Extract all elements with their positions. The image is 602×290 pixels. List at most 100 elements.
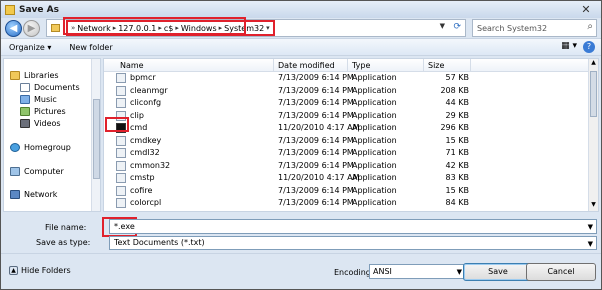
column-size[interactable]: Size [424,59,471,72]
application-icon [116,135,126,146]
cell-name: clip [130,110,144,120]
cell-size: 15 KB [445,185,469,195]
libraries-icon [10,71,20,80]
cell-type: Application [352,98,397,107]
table-row[interactable]: cmd 11/20/2010 4:17 AM Application 296 KB [104,122,590,134]
application-icon [116,173,126,183]
table-row[interactable]: bpmcr 7/13/2009 6:14 PM Application 57 KB [104,72,590,84]
forward-button[interactable]: ▶ [23,20,40,37]
cell-name: bpmcr [130,73,156,82]
address-history-icon[interactable]: ▼ [440,22,445,30]
table-row[interactable]: cofire 7/13/2009 6:14 PM Application 15 KB [104,185,590,197]
dialog-title: Save As [19,4,59,15]
table-row[interactable]: colorcpl 7/13/2009 6:14 PM Application 84 K… [104,197,590,209]
cell-size: 84 KB [445,198,469,207]
cell-date: 7/13/2009 6:14 PM [278,160,354,170]
table-row[interactable]: cmmon32 7/13/2009 6:14 PM Application 42 KB [104,160,590,172]
search-icon: ⌕ [587,21,593,32]
cell-type: Application [352,85,397,95]
table-row[interactable]: cliconfg 7/13/2009 6:14 PM Application 44 K… [104,97,590,109]
save-as-dialog: Save As ✕ ◀ ▶ » Network ▸ 127.0.0.1 ▸ c$… [0,0,602,290]
table-row[interactable]: cmdl32 7/13/2009 6:14 PM Application 71 KB [104,147,590,159]
scroll-down-icon[interactable]: ▼ [589,201,598,211]
cell-size: 15 KB [445,135,469,145]
file-list: Name Date modified Type Size bpmcr 7/13/2… [103,58,599,212]
cell-size: 29 KB [445,110,469,120]
nav-scroll-thumb[interactable] [93,99,100,179]
file-name-input[interactable]: *.exe ▼ [109,219,597,234]
network-icon [10,190,20,199]
column-date[interactable]: Date modified [274,59,348,72]
refresh-icon[interactable]: ⟳ [453,22,461,32]
cell-date: 11/20/2010 4:17 AM [278,173,360,182]
cell-date: 7/13/2009 6:14 PM [278,148,354,157]
nav-item-computer[interactable]: Computer [10,167,64,176]
save-as-type-select[interactable]: Text Documents (*.txt) ▼ [109,236,597,250]
column-header-row: Name Date modified Type Size [104,59,590,72]
cell-name: cofire [130,185,153,195]
column-type[interactable]: Type [348,59,424,72]
nav-item-music[interactable]: Music [20,95,57,104]
cell-date: 7/13/2009 6:14 PM [278,98,354,107]
cell-date: 7/13/2009 6:14 PM [278,85,354,95]
music-icon [20,95,30,104]
cell-size: 71 KB [445,148,469,157]
nav-item-libraries[interactable]: Libraries [10,71,59,80]
cell-date: 7/13/2009 6:14 PM [278,185,354,195]
chevron-down-icon[interactable]: ▾ [266,24,270,32]
dialog-footer: ▲ Hide Folders Encoding: ANSI ▼ Save Can… [1,253,601,289]
title-bar: Save As ✕ [1,1,601,18]
homegroup-icon [10,143,20,152]
file-scrollbar[interactable]: ▲ ▼ [588,59,598,211]
column-name[interactable]: Name [104,59,274,72]
address-highlight-box [63,17,246,35]
back-button[interactable]: ◀ [5,20,22,37]
encoding-label: Encoding: [334,268,374,277]
application-icon [116,148,126,158]
cell-name: cmmon32 [130,160,171,170]
application-icon [116,73,126,83]
cell-size: 83 KB [445,173,469,182]
file-scroll-thumb[interactable] [590,71,597,117]
nav-item-pictures[interactable]: Pictures [20,107,66,116]
cell-date: 7/13/2009 6:14 PM [278,73,354,82]
nav-item-homegroup[interactable]: Homegroup [10,143,71,152]
cancel-button[interactable]: Cancel [526,263,596,281]
cell-size: 296 KB [440,123,469,132]
table-row[interactable]: cmstp 11/20/2010 4:17 AM Application 83 KB [104,172,590,184]
chevron-down-icon[interactable]: ▼ [588,221,593,234]
nav-scrollbar[interactable] [91,59,100,211]
nav-item-network[interactable]: Network [10,190,57,199]
application-icon [116,98,126,108]
cell-type: Application [352,160,397,170]
new-folder-button[interactable]: New folder [69,43,112,52]
cell-date: 7/13/2009 6:14 PM [278,135,354,145]
application-icon [116,160,126,171]
organize-button[interactable]: Organize ▾ [9,43,51,52]
search-input[interactable]: Search System32 ⌕ [472,19,597,37]
scroll-up-icon[interactable]: ▲ [589,59,598,69]
file-name-value: *.exe [114,222,135,231]
cell-type: Application [352,135,397,145]
close-button[interactable]: ✕ [573,2,599,16]
table-row[interactable]: cmdkey 7/13/2009 6:14 PM Application 15 KB [104,135,590,147]
toolbar: Organize ▾ New folder ▦ ▾ ? [1,38,601,56]
chevron-down-icon[interactable]: ▼ [588,238,593,250]
encoding-select[interactable]: ANSI ▼ [369,264,466,279]
cell-type: Application [352,148,397,157]
save-button[interactable]: Save [463,263,533,281]
cell-date: 7/13/2009 6:14 PM [278,198,354,207]
application-icon [116,85,126,96]
pictures-icon [20,107,30,116]
hide-folders-button[interactable]: ▲ Hide Folders [9,266,71,275]
views-icon[interactable]: ▦ ▾ [561,41,577,51]
nav-item-documents[interactable]: Documents [20,83,80,92]
navigation-pane: Libraries Documents Music Pictures Video… [3,58,101,212]
nav-item-videos[interactable]: Videos [20,119,61,128]
cell-size: 44 KB [445,98,469,107]
table-row[interactable]: clip 7/13/2009 6:14 PM Application 29 KB [104,110,590,122]
cell-size: 57 KB [445,73,469,82]
help-icon[interactable]: ? [583,41,595,53]
chevron-down-icon[interactable]: ▼ [457,266,462,279]
table-row[interactable]: cleanmgr 7/13/2009 6:14 PM Application 208 … [104,85,590,97]
